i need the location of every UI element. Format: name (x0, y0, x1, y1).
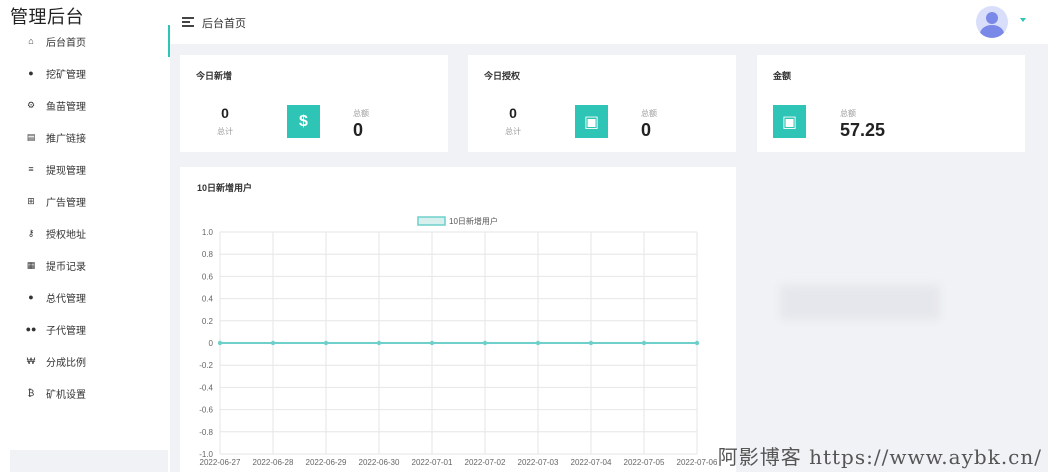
new-users-line-chart: 1.00.80.60.40.20-0.2-0.4-0.6-0.8-1.02022… (199, 216, 718, 467)
y-tick-label: 0.2 (202, 317, 214, 326)
blurred-placeholder (780, 285, 940, 320)
watermark: 阿影博客 https://www.aybk.cn/ (717, 445, 1042, 469)
archive-icon: ▣ (773, 105, 806, 138)
data-point (270, 340, 276, 346)
data-point (588, 340, 594, 346)
data-point (482, 340, 488, 346)
data-point (217, 340, 223, 346)
data-point (323, 340, 329, 346)
x-tick-label: 2022-07-04 (571, 458, 612, 467)
won-icon: ₩ (26, 356, 36, 366)
x-tick-label: 2022-07-05 (624, 458, 665, 467)
sidebar-item-0[interactable]: ⌂ 后台首页 (0, 25, 170, 57)
list-icon: ≡ (28, 164, 34, 174)
today-auth-total-label: 总额 (641, 109, 657, 118)
x-tick-label: 2022-07-02 (465, 458, 506, 467)
card-title: 金额 (773, 71, 792, 81)
card-today-new: 今日新增 0 总计 $ 总额 0 (180, 55, 448, 152)
sidebar-item-label: 授权地址 (46, 229, 86, 241)
data-point (429, 340, 435, 346)
today-auth-total: 0 (641, 120, 652, 140)
fish-icon: ⚙ (26, 99, 36, 110)
sidebar-item-7[interactable]: ▦ 提币记录 (0, 249, 170, 281)
x-tick-label: 2022-07-06 (677, 458, 718, 467)
users-icon: ●● (25, 324, 37, 334)
today-auth-count-label: 总计 (505, 127, 521, 136)
y-tick-label: 0.8 (202, 250, 214, 259)
x-tick-label: 2022-06-28 (253, 458, 294, 467)
legend-swatch (417, 216, 446, 226)
sidebar-item-11[interactable]: ₿ 矿机设置 (0, 377, 170, 409)
sidebar-item-5[interactable]: ⊞ 广告管理 (0, 185, 170, 217)
sidebar-footer (10, 450, 168, 472)
grid-icon: ⊞ (27, 195, 35, 206)
top-header: 后台首页 (170, 0, 1048, 44)
sidebar-item-2[interactable]: ⚙ 鱼苗管理 (0, 89, 170, 121)
y-tick-label: 0.6 (202, 272, 214, 281)
sidebar-item-label: 广告管理 (46, 197, 86, 209)
sidebar-item-label: 提现管理 (46, 165, 86, 177)
sidebar: 管理后台 ⌂ 后台首页 ● 挖矿管理 ⚙ 鱼苗管理 ▤ 推广链接 ≡ 提现管理 ⊞ 广告管理 ⚷ 授权地址… (0, 0, 170, 472)
x-tick-label: 2022-06-29 (306, 458, 347, 467)
amount-total-label: 总额 (840, 109, 856, 118)
y-tick-label: 0 (209, 339, 214, 348)
sidebar-item-4[interactable]: ≡ 提现管理 (0, 153, 170, 185)
y-tick-label: 0.4 (202, 295, 214, 304)
legend-label: 10日新增用户 (449, 216, 498, 226)
today-new-count: 0 (221, 105, 229, 121)
today-new-total: 0 (353, 120, 364, 140)
data-point (376, 340, 382, 346)
sidebar-item-9[interactable]: ●● 子代管理 (0, 313, 170, 345)
sidebar-menu: ⌂ 后台首页 ● 挖矿管理 ⚙ 鱼苗管理 ▤ 推广链接 ≡ 提现管理 ⊞ 广告管理 ⚷ 授权地址 ▦ 提币记录… (0, 25, 170, 409)
y-tick-label: -0.8 (199, 428, 213, 437)
record-icon: ▦ (26, 259, 36, 270)
new-users-chart-card: 10日新增用户 1.0 0.8 0.6 0.4 0.2 0 -0.2 -0.4 -0.6 -0.8… (180, 167, 736, 472)
sidebar-item-label: 推广链接 (46, 133, 86, 145)
y-tick-label: -0.2 (199, 361, 213, 370)
card-amount: 金额 ▣ 总额 57.25 (757, 55, 1025, 152)
sidebar-item-10[interactable]: ₩ 分成比例 (0, 345, 170, 377)
sidebar-item-label: 挖矿管理 (46, 69, 86, 81)
user-icon: ● (28, 68, 34, 78)
x-tick-label: 2022-06-30 (359, 458, 400, 467)
x-tick-label: 2022-07-01 (412, 458, 453, 467)
y-tick-label: -0.4 (199, 383, 213, 392)
sidebar-item-label: 总代管理 (46, 293, 86, 305)
user-icon: ● (28, 292, 34, 302)
archive-icon: ▣ (575, 105, 608, 138)
data-point (535, 340, 541, 346)
data-point (641, 340, 647, 346)
sidebar-item-label: 分成比例 (46, 357, 86, 369)
sidebar-item-label: 鱼苗管理 (46, 101, 86, 113)
chevron-down-icon[interactable] (1020, 18, 1026, 22)
sidebar-item-label: 矿机设置 (46, 389, 86, 401)
today-new-total-label: 总额 (353, 109, 369, 118)
menu-toggle-icon[interactable] (182, 17, 194, 27)
sidebar-item-1[interactable]: ● 挖矿管理 (0, 57, 170, 89)
sidebar-item-label: 子代管理 (46, 325, 86, 337)
today-new-count-label: 总计 (217, 127, 233, 136)
card-title: 今日新增 (196, 71, 233, 81)
bitcoin-icon: ₿ (27, 388, 35, 398)
sidebar-item-8[interactable]: ● 总代管理 (0, 281, 170, 313)
card-today-auth: 今日授权 0 总计 ▣ 总额 0 (468, 55, 736, 152)
y-tick-label: 1.0 (202, 228, 214, 237)
today-auth-count: 0 (509, 105, 517, 121)
dollar-icon: $ (287, 105, 320, 138)
y-tick-label: -0.6 (199, 406, 213, 415)
sidebar-item-3[interactable]: ▤ 推广链接 (0, 121, 170, 153)
x-tick-label: 2022-07-03 (518, 458, 559, 467)
sidebar-item-label: 提币记录 (46, 261, 86, 273)
x-tick-label: 2022-06-27 (200, 458, 241, 467)
sidebar-item-label: 后台首页 (46, 37, 86, 49)
card-title: 今日授权 (484, 71, 521, 81)
key-icon: ⚷ (27, 227, 35, 238)
file-icon: ▤ (26, 131, 36, 142)
breadcrumb: 后台首页 (202, 18, 246, 30)
sidebar-item-6[interactable]: ⚷ 授权地址 (0, 217, 170, 249)
data-point (694, 340, 700, 346)
home-icon: ⌂ (28, 36, 34, 46)
amount-total: 57.25 (840, 120, 886, 140)
avatar[interactable] (976, 6, 1008, 38)
